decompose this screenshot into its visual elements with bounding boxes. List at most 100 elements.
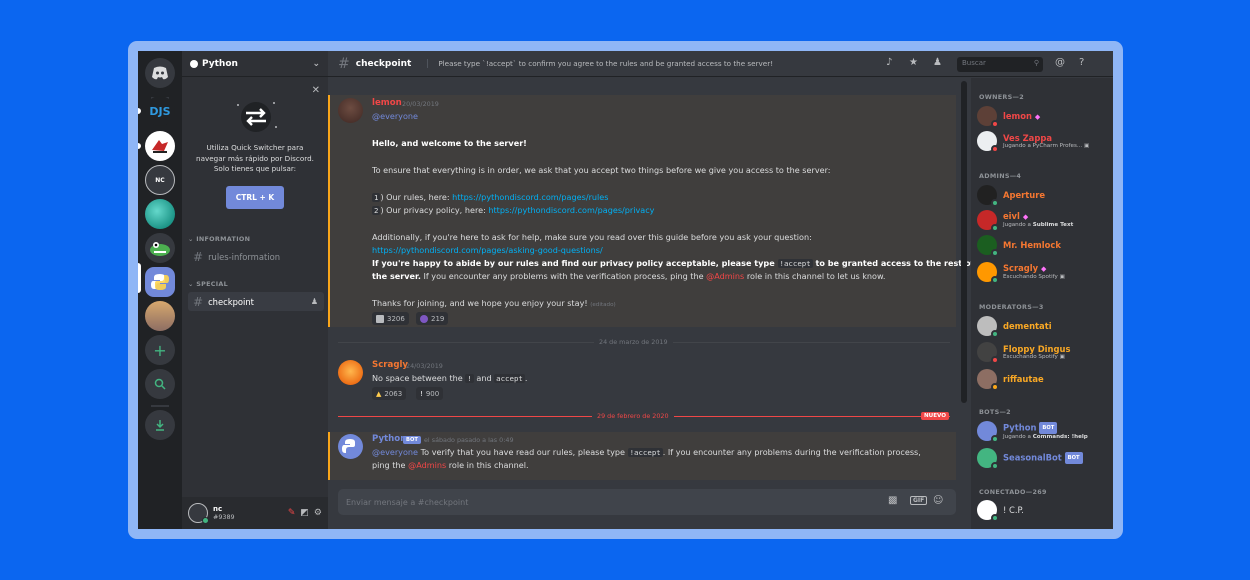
quick-switcher-shortcut-button[interactable]: CTRL + K [226, 186, 284, 209]
bell-icon[interactable]: ♪ [886, 57, 892, 68]
search-icon: ⚲ [1033, 59, 1039, 67]
gif-button[interactable]: GIF [910, 496, 928, 505]
member-item[interactable]: Ves Zappa Jugando a PyCharm Profes... ▣ [977, 131, 1109, 153]
discord-home-icon[interactable] [145, 58, 175, 88]
avatar[interactable] [338, 98, 363, 123]
emoji-icon[interactable]: ☺ [933, 495, 943, 506]
explore-servers-icon[interactable] [145, 369, 175, 399]
member-item[interactable]: eivl ◆ Jugando a Sublime Text [977, 210, 1109, 232]
search-input[interactable]: Buscar ⚲ [957, 57, 1043, 72]
pin-icon[interactable]: ★ [909, 57, 918, 68]
message-timestamp: 24/03/2019 [406, 362, 443, 370]
online-status-dot [202, 517, 209, 524]
member-item[interactable]: Scragly ◆ Escuchando Spotify ▣ [977, 262, 1109, 284]
guild-python[interactable] [145, 267, 175, 297]
avatar[interactable] [188, 503, 209, 524]
date-divider-label: 29 de febrero de 2020 [592, 412, 674, 420]
bot-badge: BOT [1039, 421, 1058, 434]
message-link[interactable]: https://pythondiscord.com/pages/asking-g… [372, 245, 603, 256]
scrollbar[interactable] [961, 81, 967, 481]
online-status-dot [991, 330, 999, 338]
members-icon[interactable]: ♟ [933, 57, 942, 68]
add-server-icon[interactable]: + [145, 335, 175, 365]
add-member-icon[interactable]: ♟ [311, 297, 318, 306]
member-category: BOTS—2 [979, 408, 1011, 416]
guild-nc-cloud[interactable]: NC [145, 165, 175, 195]
image-emoji-icon [376, 314, 384, 323]
swap-arrows-icon [232, 97, 280, 135]
member-item[interactable]: dementati [977, 316, 1109, 338]
reaction[interactable]: 3206 [372, 312, 409, 325]
avatar [977, 131, 999, 153]
message-list: lemon 20/03/2019 @everyone Hello, and we… [328, 78, 974, 488]
guild-crocodile[interactable] [145, 233, 175, 263]
guild-teal-globe[interactable] [145, 199, 175, 229]
mute-microphone-icon[interactable]: ✎ [288, 508, 296, 518]
gear-icon[interactable]: ⚙ [314, 508, 322, 518]
message-line: 1) Our rules, here: https://pythondiscor… [372, 192, 609, 202]
online-status-dot [991, 276, 999, 284]
avatar[interactable] [338, 360, 363, 385]
scrollbar-thumb[interactable] [961, 81, 967, 403]
reaction[interactable]: ! 900 [416, 387, 444, 400]
reaction[interactable]: 219 [416, 312, 449, 325]
member-category: CONECTADO—269 [979, 488, 1047, 496]
server-header[interactable]: Python ⌄ [182, 51, 328, 77]
message-author[interactable]: Python [372, 434, 406, 444]
member-category: OWNERS—2 [979, 93, 1024, 101]
channel-rules-information[interactable]: # rules-information [188, 247, 324, 266]
bot-badge: BOT [403, 436, 421, 444]
bot-badge: BOT [1064, 452, 1083, 464]
online-status-dot [991, 435, 999, 443]
server-name: Python [202, 58, 238, 69]
category-information[interactable]: ⌄ INFORMATION [188, 235, 250, 243]
member-item[interactable]: Aperture [977, 185, 1109, 207]
mentions-icon[interactable]: @ [1055, 57, 1065, 68]
guild-landscape[interactable] [145, 301, 175, 331]
unread-pill [138, 108, 141, 114]
member-item[interactable]: lemon ◆ [977, 106, 1109, 128]
channel-sidebar: Python ⌄ ✕ Utiliza Quick Switcher para n… [182, 51, 328, 529]
dnd-status-dot [991, 356, 999, 364]
unread-pill [138, 143, 141, 149]
member-item[interactable]: ! C.P. [977, 500, 1109, 522]
guild-rail: DJS NC + [138, 51, 182, 529]
quick-switcher-text: Utiliza Quick Switcher para navegar más … [196, 143, 314, 173]
message-timestamp: 20/03/2019 [402, 100, 439, 108]
member-item[interactable]: Floppy Dingus Escuchando Spotify ▣ [977, 342, 1109, 364]
category-special[interactable]: ⌄ SPECIAL [188, 280, 228, 288]
guild-red-logo[interactable] [145, 131, 175, 161]
date-divider-label: 24 de marzo de 2019 [594, 338, 673, 346]
member-item[interactable]: SeasonalBot BOT [977, 448, 1109, 470]
message-author[interactable]: Scragly [372, 360, 408, 370]
close-icon[interactable]: ✕ [312, 85, 320, 96]
avatar[interactable] [338, 434, 363, 459]
message-input[interactable]: Enviar mensaje a #checkpoint [338, 489, 956, 515]
message-author[interactable]: lemon [372, 98, 402, 108]
online-status-dot [991, 462, 999, 470]
guild-djs[interactable]: DJS [145, 96, 175, 126]
download-apps-icon[interactable] [145, 410, 175, 440]
channel-topic[interactable]: Please type `!accept` to confirm you agr… [427, 59, 773, 68]
message-line: ping the @Admins role in this channel. [372, 460, 529, 470]
message-line: 2) Our privacy policy, here: https://pyt… [372, 205, 655, 215]
nitro-gem-icon: ◆ [1022, 213, 1029, 221]
reaction[interactable]: ▲ 2063 [372, 387, 407, 400]
quick-switcher-promo: ✕ Utiliza Quick Switcher para navegar má… [182, 79, 328, 221]
headphones-icon[interactable]: ◩ [300, 508, 309, 518]
gift-icon[interactable]: ▩ [888, 495, 897, 506]
member-item[interactable]: Mr. Hemlock [977, 235, 1109, 257]
help-icon[interactable]: ? [1079, 57, 1084, 68]
exclamation-icon: ! [420, 389, 423, 398]
hash-icon: # [338, 55, 350, 72]
member-item[interactable]: Python BOT Jugando a Commands: !help [977, 421, 1109, 443]
channel-checkpoint[interactable]: # checkpoint ♟ [188, 292, 324, 311]
member-category: MODERATORS—3 [979, 303, 1044, 311]
member-item[interactable]: riffautae [977, 369, 1109, 391]
avatar [977, 316, 999, 338]
rail-separator [151, 405, 169, 407]
online-status-dot [991, 224, 999, 232]
rich-presence-icon: ▣ [1083, 142, 1090, 149]
hash-icon: # [193, 294, 204, 309]
message-line: To ensure that everything is in order, w… [372, 165, 831, 175]
